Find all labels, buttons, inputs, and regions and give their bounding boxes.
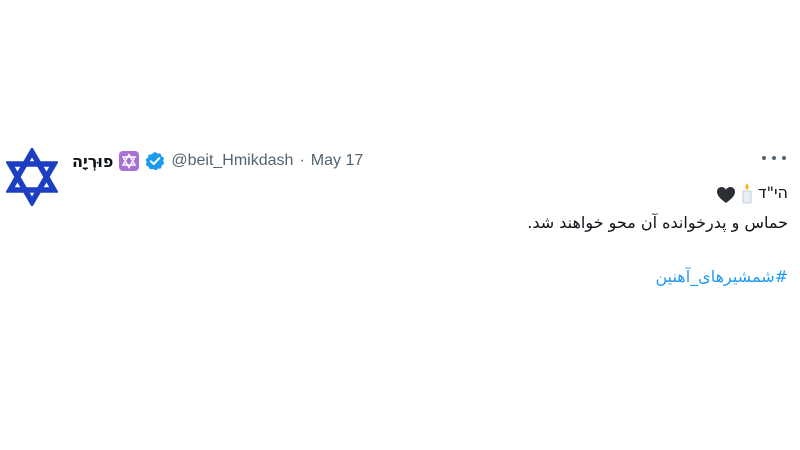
star-of-david-emoji-icon <box>119 151 140 171</box>
verified-badge-icon <box>145 151 165 171</box>
tweet-text-persian: حماس و پدرخوانده آن محو خواهند شد. <box>527 213 788 232</box>
avatar[interactable] <box>5 146 59 208</box>
hashtag-link[interactable]: #شمشیرهای_آهنین <box>655 267 788 286</box>
more-dot <box>772 156 776 160</box>
tweet-text: הי"ד حماس و پدرخوانده آن محو خواهند شد. … <box>88 178 788 292</box>
display-name[interactable]: פוּרְיָה <box>72 152 113 171</box>
tweet-card[interactable]: פוּרְיָה @beit_Hmikdash · May 17 הי"ד حم… <box>0 0 800 450</box>
more-dot <box>782 156 786 160</box>
separator-dot: · <box>299 152 305 169</box>
tweet-text-hebrew: הי"ד <box>757 183 788 202</box>
star-of-david-icon <box>5 146 59 208</box>
more-options-icon[interactable] <box>762 152 786 164</box>
candle-icon <box>740 182 754 204</box>
more-dot <box>762 156 766 160</box>
tweet-hashtag[interactable]: #شمشیرهای_آهنین <box>88 262 788 292</box>
tweet-header: פוּרְיָה @beit_Hmikdash · May 17 <box>72 148 363 174</box>
black-heart-icon <box>716 184 736 203</box>
tweet-text-line: הי"ד <box>88 178 788 208</box>
user-handle[interactable]: @beit_Hmikdash <box>171 152 293 170</box>
tweet-date[interactable]: May 17 <box>311 152 363 170</box>
